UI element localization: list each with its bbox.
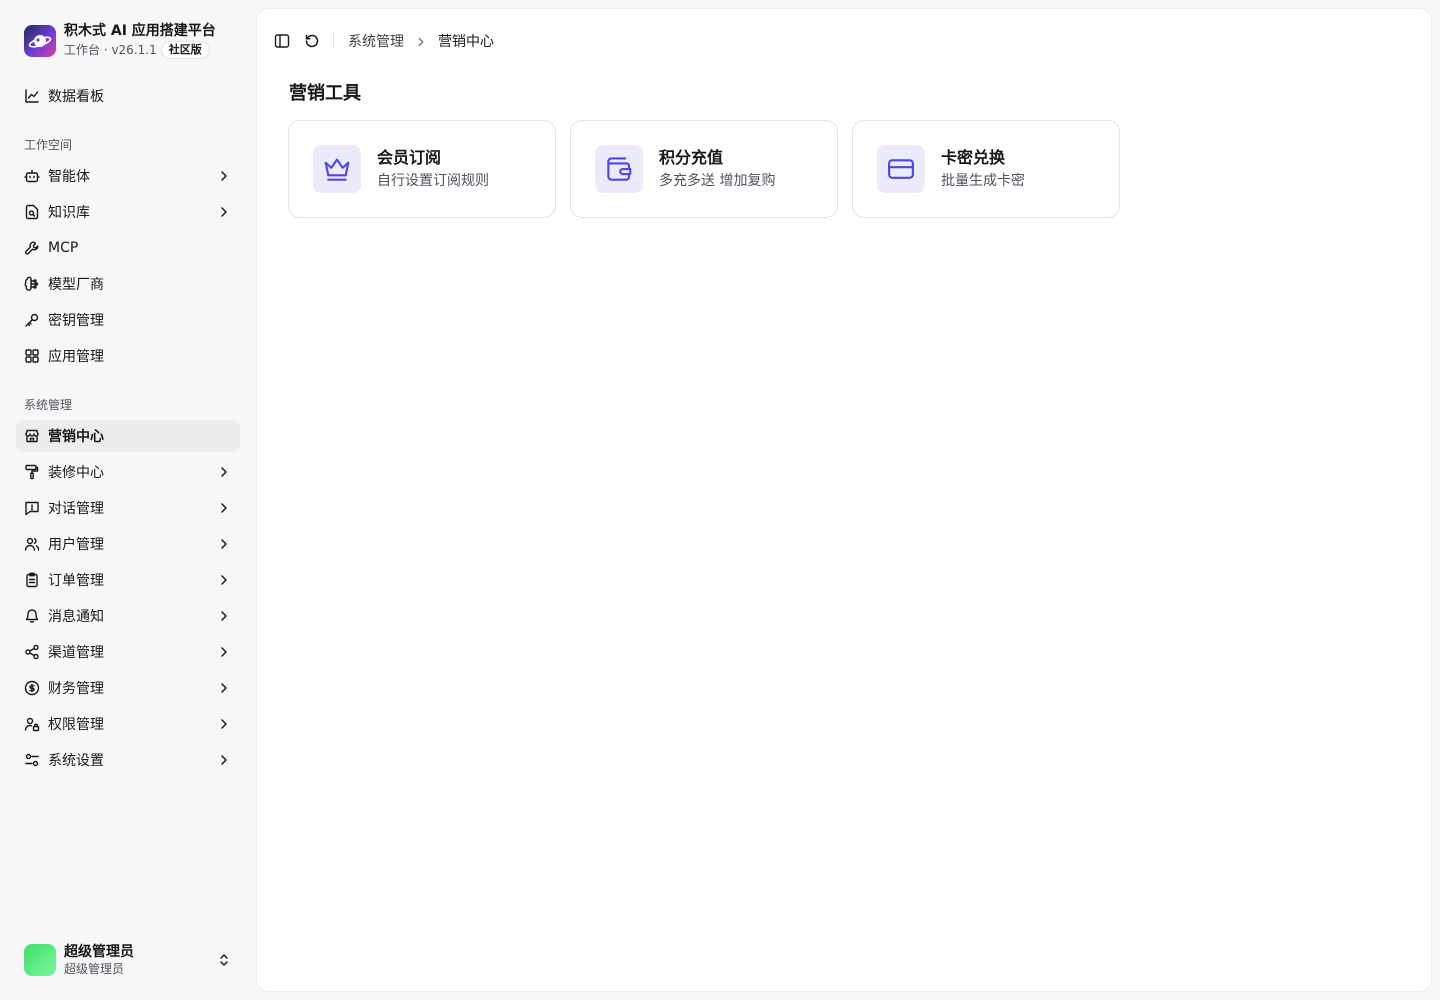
store-icon (24, 428, 40, 444)
sidebar-item-users[interactable]: 用户管理 (16, 528, 240, 560)
bot-icon (24, 168, 40, 184)
sidebar-item-keys[interactable]: 密钥管理 (16, 304, 240, 336)
sidebar-item-mcp[interactable]: MCP (16, 232, 240, 264)
grid-icon (24, 348, 40, 364)
chevron-right-icon (216, 204, 232, 220)
breadcrumb-item-system[interactable]: 系统管理 (348, 31, 404, 51)
card-title: 卡密兑换 (941, 148, 1006, 167)
credit-card-icon (877, 145, 925, 193)
sidebar-item-orders[interactable]: 订单管理 (16, 564, 240, 596)
book-search-icon (24, 204, 40, 220)
sidebar-item-channels[interactable]: 渠道管理 (16, 636, 240, 668)
chevron-right-icon (216, 752, 232, 768)
chevron-right-icon (216, 536, 232, 552)
card-title: 会员订阅 (377, 148, 442, 167)
brand[interactable]: 积木式 AI 应用搭建平台 工作台 · v26.1.1 社区版 (24, 22, 216, 59)
crown-icon (313, 145, 361, 193)
sidebar-item-permissions[interactable]: 权限管理 (16, 708, 240, 740)
sidebar-toggle-icon[interactable] (273, 32, 291, 50)
sidebar-item-settings[interactable]: 系统设置 (16, 744, 240, 776)
key-icon (24, 312, 40, 328)
chevron-right-icon (216, 644, 232, 660)
wallet-icon (595, 145, 643, 193)
paint-roller-icon (24, 464, 40, 480)
refresh-icon[interactable] (303, 32, 321, 50)
topbar: 系统管理 营销中心 (273, 31, 494, 51)
chevron-right-icon (216, 464, 232, 480)
chevron-right-icon (216, 572, 232, 588)
dollar-circle-icon (24, 680, 40, 696)
settings-sliders-icon (24, 752, 40, 768)
brain-icon (24, 276, 40, 292)
user-name: 超级管理员 (64, 944, 134, 960)
sidebar-item-label: 数据看板 (48, 89, 104, 105)
tool-card-membership[interactable]: 会员订阅 自行设置订阅规则 (288, 120, 556, 218)
sidebar-item-knowledge[interactable]: 知识库 (16, 196, 240, 228)
chevron-right-icon (216, 500, 232, 516)
user-role: 超级管理员 (64, 962, 125, 976)
clipboard-icon (24, 572, 40, 588)
breadcrumb: 系统管理 营销中心 (348, 31, 494, 51)
toolbar-divider (333, 33, 334, 49)
sidebar-item-notifications[interactable]: 消息通知 (16, 600, 240, 632)
chevron-right-icon (216, 680, 232, 696)
chart-line-icon (24, 88, 40, 104)
chevron-right-icon (414, 34, 428, 48)
chevron-right-icon (216, 716, 232, 732)
main-panel: 系统管理 营销中心 营销工具 会员订阅 自行设置订阅规则 积分充值 多充多送 增… (256, 8, 1432, 992)
app-root: 积木式 AI 应用搭建平台 工作台 · v26.1.1 社区版 数据看板 工作空… (0, 0, 1440, 1000)
card-desc: 自行设置订阅规则 (377, 173, 489, 189)
sidebar-item-marketing[interactable]: 营销中心 (16, 420, 240, 452)
card-desc: 批量生成卡密 (941, 173, 1025, 189)
message-icon (24, 500, 40, 516)
sidebar-item-conversations[interactable]: 对话管理 (16, 492, 240, 524)
user-menu[interactable]: 超级管理员 超级管理员 (16, 936, 240, 984)
avatar (24, 944, 56, 976)
users-icon (24, 536, 40, 552)
sidebar-item-agents[interactable]: 智能体 (16, 160, 240, 192)
chevron-right-icon (216, 608, 232, 624)
tool-card-card-redemption[interactable]: 卡密兑换 批量生成卡密 (852, 120, 1120, 218)
tool-card-points-recharge[interactable]: 积分充值 多充多送 增加复购 (570, 120, 838, 218)
section-label-system: 系统管理 (24, 398, 73, 412)
edition-badge: 社区版 (160, 41, 210, 59)
bell-icon (24, 608, 40, 624)
brand-logo-icon (24, 24, 56, 57)
section-label-workspace: 工作空间 (24, 138, 73, 152)
brand-title: 积木式 AI 应用搭建平台 (64, 23, 216, 39)
user-lock-icon (24, 716, 40, 732)
breadcrumb-item-current: 营销中心 (438, 34, 494, 50)
page-title: 营销工具 (289, 83, 361, 104)
chevrons-up-down-icon (216, 952, 232, 968)
card-desc: 多充多送 增加复购 (659, 173, 776, 189)
brand-version: 工作台 · v26.1.1 (64, 43, 157, 57)
card-title: 积分充值 (659, 148, 724, 167)
sidebar-item-decoration[interactable]: 装修中心 (16, 456, 240, 488)
sidebar: 积木式 AI 应用搭建平台 工作台 · v26.1.1 社区版 数据看板 工作空… (0, 0, 256, 1000)
wrench-icon (24, 240, 40, 256)
share-icon (24, 644, 40, 660)
chevron-right-icon (216, 168, 232, 184)
sidebar-item-dashboard[interactable]: 数据看板 (16, 80, 240, 112)
sidebar-item-finance[interactable]: 财务管理 (16, 672, 240, 704)
sidebar-item-model-vendors[interactable]: 模型厂商 (16, 268, 240, 300)
sidebar-item-apps[interactable]: 应用管理 (16, 340, 240, 372)
